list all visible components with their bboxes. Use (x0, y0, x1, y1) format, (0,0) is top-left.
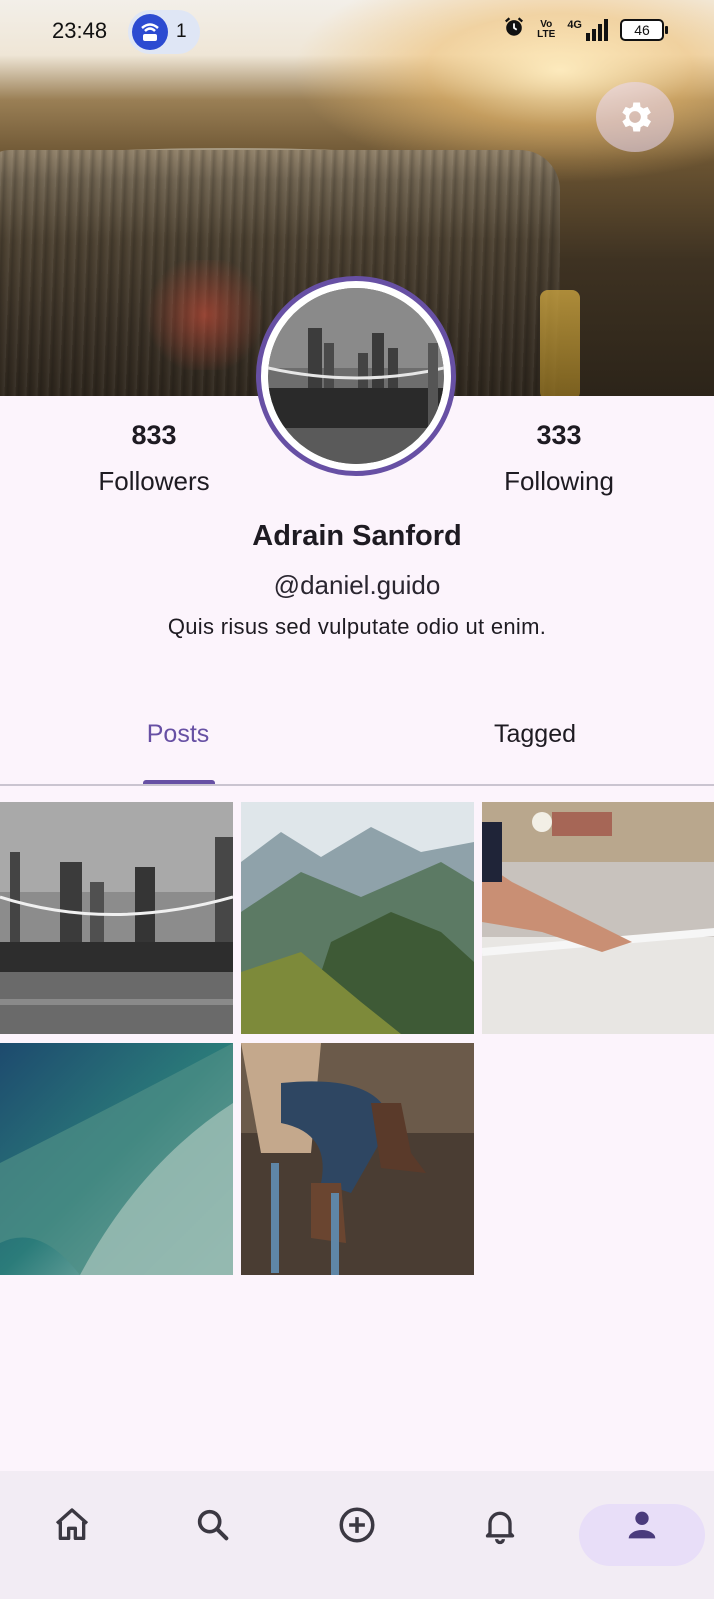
add-circle-icon (339, 1507, 375, 1543)
bell-icon (485, 1511, 515, 1545)
profile-name: Adrain Sanford (252, 520, 462, 552)
settings-button[interactable] (596, 82, 674, 152)
hotspot-indicator: 1 (128, 10, 200, 54)
status-time: 23:48 (52, 18, 108, 43)
search-icon (197, 1509, 229, 1541)
volte-indicator: Vo LTE (537, 19, 556, 40)
followers-label[interactable]: Followers (44, 466, 264, 497)
following-count[interactable]: 333 (459, 420, 659, 451)
post-thumbnail-mixing-console[interactable] (482, 802, 714, 1034)
tab-posts[interactable]: Posts (78, 720, 278, 749)
person-icon (628, 1511, 656, 1539)
status-bar: 23:48 1 Vo LTE 4G 46 (0, 0, 714, 64)
nav-search[interactable] (151, 1461, 275, 1589)
following-label[interactable]: Following (449, 466, 669, 497)
followers-count[interactable]: 833 (54, 420, 254, 451)
network-type: 4G (567, 19, 582, 31)
home-icon (55, 1508, 89, 1540)
nav-add[interactable] (295, 1461, 419, 1589)
battery-indicator: 46 (620, 19, 668, 41)
avatar[interactable] (256, 276, 456, 476)
nav-profile[interactable] (580, 1461, 704, 1589)
tab-tagged[interactable]: Tagged (435, 720, 635, 749)
alarm-icon (503, 16, 525, 44)
nav-home[interactable] (10, 1461, 134, 1589)
profile-bio: Quis risus sed vulputate odio ut enim. (167, 614, 547, 639)
signal-strength-icon (586, 19, 608, 41)
profile-handle: @daniel.guido (273, 570, 441, 600)
gear-icon (622, 102, 651, 132)
post-thumbnail-boots[interactable] (241, 1043, 474, 1275)
post-thumbnail-wave[interactable] (0, 1043, 233, 1275)
bottom-navigation (0, 1471, 714, 1599)
post-thumbnail-mountain[interactable] (241, 802, 474, 1034)
nav-notifications[interactable] (438, 1461, 562, 1589)
post-thumbnail-city-bridge[interactable] (0, 802, 233, 1034)
tab-divider (0, 784, 714, 786)
hotspot-count: 1 (176, 21, 187, 42)
wifi-hotspot-icon (132, 14, 168, 50)
